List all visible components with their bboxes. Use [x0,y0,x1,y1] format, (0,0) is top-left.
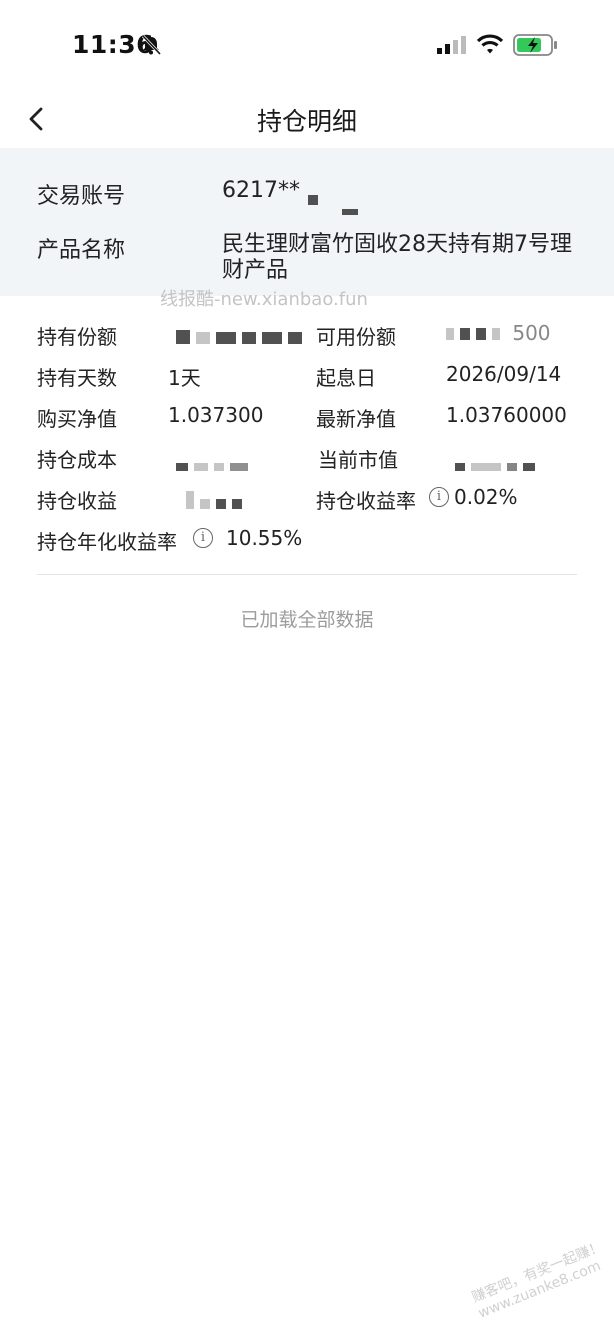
annual-rate-value: 10.55% [226,526,303,550]
latest-nav-label: 最新净值 [316,407,396,431]
annual-rate-info-icon[interactable] [193,528,213,548]
buy-nav-value: 1.037300 [168,403,264,427]
account-label: 交易账号 [37,184,126,209]
product-label: 产品名称 [37,238,126,263]
profit-label: 持仓收益 [37,489,117,513]
profit-rate-info-icon[interactable] [429,487,449,507]
start-date-label: 起息日 [316,366,376,390]
all-loaded-note: 已加载全部数据 [240,609,374,631]
available-shares-label: 可用份额 [316,325,396,349]
holding-days-label: 持有天数 [37,366,117,390]
start-date-value: 2026/09/14 [446,362,562,386]
product-name: 民生理财富竹固收28天持有期7号理财产品 [222,232,572,283]
status-bar: 11:36 [0,0,614,90]
redacted-block [342,196,364,222]
battery-charging-icon [513,34,557,56]
profit-value-redacted [186,490,248,514]
available-shares-suffix: 500 [512,321,551,345]
divider [37,574,577,575]
holding-shares-value-redacted [176,325,308,349]
available-shares-value: 500 [446,321,551,345]
nav-bar: 持仓明细 [0,90,614,148]
holding-shares-label: 持有份额 [37,325,117,349]
annual-rate-label: 持仓年化收益率 [37,530,177,554]
cost-value-redacted [176,452,254,476]
site-watermark: 线报酷-new.xianbao.fun [160,289,368,310]
cost-label: 持仓成本 [37,448,117,472]
profit-rate-value: 0.02% [454,485,518,509]
account-value: 6217** [222,178,582,215]
page-title: 持仓明细 [256,107,357,136]
latest-nav-value: 1.03760000 [446,403,567,427]
account-info-panel: 交易账号 6217** 产品名称 民生理财富竹固收28天持有期7号理财产品 [0,148,614,296]
profit-rate-label: 持仓收益率 [316,489,416,513]
redacted-block [308,186,324,212]
wifi-icon [476,34,504,54]
holding-days-value: 1天 [168,366,201,390]
buy-nav-label: 购买净值 [37,407,117,431]
bell-muted-icon [141,34,162,56]
market-value-label: 当前市值 [318,448,398,472]
signal-icon [437,36,466,54]
market-value-redacted [455,452,541,476]
corner-watermark: 赚客吧，有奖一起赚！ www.zuanke8.com [469,1238,606,1322]
account-number-masked: 6217** [222,178,300,203]
